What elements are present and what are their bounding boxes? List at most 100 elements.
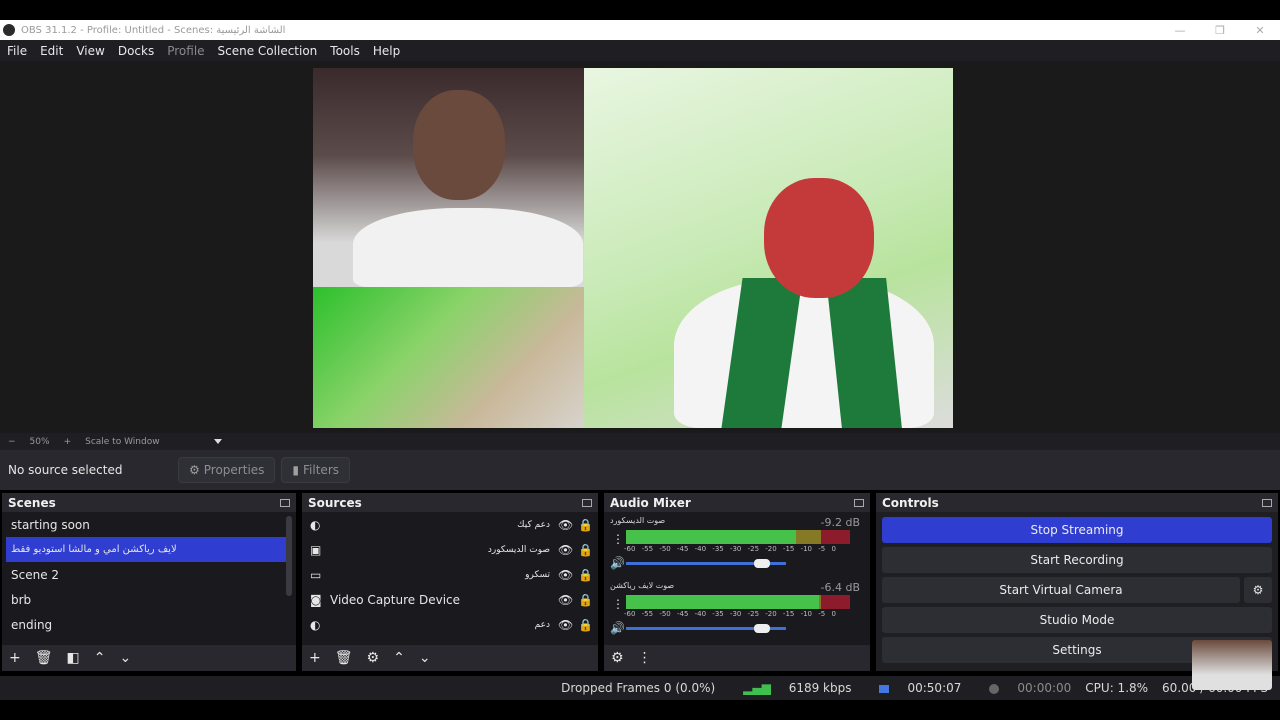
- meter-level: [626, 595, 819, 609]
- preview-canvas[interactable]: [313, 68, 953, 428]
- obs-logo-icon: [3, 24, 15, 36]
- visibility-eye-icon[interactable]: 👁: [558, 618, 578, 632]
- cpu-usage: CPU: 1.8%: [1085, 681, 1149, 695]
- source-context-bar: No source selected ⚙ Properties ▮ Filter…: [0, 450, 1280, 490]
- scenes-title: Scenes: [8, 496, 56, 510]
- move-down-icon[interactable]: ⌄: [119, 650, 131, 666]
- chevron-down-icon[interactable]: [213, 439, 222, 444]
- meter-level: [626, 530, 797, 544]
- move-up-icon[interactable]: ⌃: [393, 650, 405, 666]
- lock-icon[interactable]: 🔒: [578, 618, 598, 632]
- channel-db: -9.2 dB: [820, 516, 861, 529]
- undock-icon[interactable]: [854, 499, 864, 507]
- background-image-plant: [313, 287, 584, 428]
- virtual-camera-settings-gear-icon[interactable]: ⚙: [1244, 577, 1272, 603]
- volume-slider-handle[interactable]: [754, 559, 770, 568]
- menu-view[interactable]: View: [76, 44, 104, 58]
- more-vert-icon[interactable]: ⋮: [638, 650, 652, 666]
- remove-source-icon[interactable]: 🗑: [335, 650, 353, 666]
- status-bar: Dropped Frames 0 (0.0%) ▂▄▆ 6189 kbps 00…: [0, 676, 1280, 700]
- visibility-eye-icon[interactable]: 👁: [558, 543, 578, 557]
- menu-scene-collection[interactable]: Scene Collection: [218, 44, 318, 58]
- close-button[interactable]: ✕: [1240, 24, 1280, 37]
- zoom-in-button[interactable]: +: [64, 437, 72, 447]
- visibility-eye-icon[interactable]: 👁: [558, 568, 578, 582]
- scene-item[interactable]: brb: [2, 587, 296, 612]
- start-virtual-camera-button[interactable]: Start Virtual Camera: [882, 577, 1240, 603]
- scene-filters-icon[interactable]: ◧: [67, 650, 80, 666]
- source-row[interactable]: ◐ دعم 👁 🔒: [302, 612, 598, 637]
- source-name: دعم كيك: [517, 519, 550, 530]
- audio-settings-icon[interactable]: ⚙: [611, 650, 624, 666]
- menu-bar: File Edit View Docks Profile Scene Colle…: [0, 40, 1280, 61]
- undock-icon[interactable]: [582, 499, 592, 507]
- undock-icon[interactable]: [280, 499, 290, 507]
- more-vert-icon[interactable]: ⋮: [612, 597, 624, 611]
- studio-mode-button[interactable]: Studio Mode: [882, 607, 1272, 633]
- zoom-out-button[interactable]: −: [8, 437, 16, 447]
- display-capture-icon: ▭: [310, 567, 322, 582]
- controls-dock-title: Controls: [876, 494, 1278, 512]
- window-title: OBS 31.1.2 - Profile: Untitled - Scenes:…: [21, 24, 286, 36]
- scenes-dock: Scenes starting soon لايف رياكشن امي و م…: [2, 493, 296, 671]
- menu-edit[interactable]: Edit: [40, 44, 63, 58]
- scenes-toolbar: + 🗑 ◧ ⌃ ⌄: [2, 645, 296, 671]
- properties-label: Properties: [203, 463, 265, 477]
- menu-docks[interactable]: Docks: [118, 44, 154, 58]
- minimize-button[interactable]: —: [1160, 24, 1200, 37]
- filters-label: Filters: [303, 463, 340, 477]
- webcam-feed-left: [313, 68, 584, 288]
- more-vert-icon[interactable]: ⋮: [612, 532, 624, 546]
- source-row[interactable]: ◙ Video Capture Device 👁 🔒: [302, 587, 598, 612]
- undock-icon[interactable]: [1262, 499, 1272, 507]
- sources-dock: Sources ◐ دعم كيك 👁 🔒 ▣ صوت الديسكورد 👁 …: [302, 493, 598, 671]
- sources-title: Sources: [308, 496, 362, 510]
- remove-scene-icon[interactable]: 🗑: [35, 650, 53, 666]
- menu-tools[interactable]: Tools: [330, 44, 360, 58]
- zoom-mode-select[interactable]: Scale to Window: [85, 437, 159, 447]
- maximize-button[interactable]: ❐: [1200, 24, 1240, 37]
- visibility-eye-icon[interactable]: 👁: [558, 593, 578, 607]
- dropped-frames: Dropped Frames 0 (0.0%): [561, 681, 716, 695]
- move-up-icon[interactable]: ⌃: [94, 650, 106, 666]
- person-body: [353, 208, 583, 288]
- preview-zoom-bar: − 50% + Scale to Window: [0, 433, 1280, 450]
- lock-icon[interactable]: 🔒: [578, 543, 598, 557]
- scene-item-selected[interactable]: لايف رياكشن امي و مالشا استوديو فقط: [6, 537, 292, 562]
- source-properties-icon[interactable]: ⚙: [367, 650, 380, 666]
- properties-button[interactable]: ⚙ Properties: [178, 457, 276, 483]
- lock-icon[interactable]: 🔒: [578, 568, 598, 582]
- add-scene-icon[interactable]: +: [9, 650, 21, 666]
- filters-button[interactable]: ▮ Filters: [281, 457, 351, 483]
- mixer-channel: صوت الديسكورد -9.2 dB ⋮ -60 -55 -50 -45 …: [604, 512, 870, 577]
- stop-streaming-button[interactable]: Stop Streaming: [882, 517, 1272, 543]
- volume-meter: [626, 530, 850, 544]
- source-row[interactable]: ◐ دعم كيك 👁 🔒: [302, 512, 598, 537]
- browser-icon: ◐: [310, 617, 321, 632]
- move-down-icon[interactable]: ⌄: [419, 650, 431, 666]
- volume-slider-handle[interactable]: [754, 624, 770, 633]
- add-source-icon[interactable]: +: [309, 650, 321, 666]
- source-row[interactable]: ▣ صوت الديسكورد 👁 🔒: [302, 537, 598, 562]
- zoom-level: 50%: [29, 436, 50, 447]
- speaker-icon[interactable]: 🔊: [610, 621, 625, 635]
- menu-file[interactable]: File: [7, 44, 27, 58]
- lock-icon[interactable]: 🔒: [578, 593, 598, 607]
- scene-item[interactable]: Scene 2: [2, 562, 296, 587]
- overlay-webcam-thumbnail: [1192, 640, 1272, 690]
- lock-icon[interactable]: 🔒: [578, 518, 598, 532]
- scene-item[interactable]: starting soon: [2, 512, 296, 537]
- speaker-icon[interactable]: 🔊: [610, 556, 625, 570]
- start-recording-button[interactable]: Start Recording: [882, 547, 1272, 573]
- source-name: تسكرو: [525, 569, 550, 580]
- menu-help[interactable]: Help: [373, 44, 400, 58]
- scenes-scrollbar[interactable]: [286, 516, 292, 596]
- scene-item[interactable]: ending: [2, 612, 296, 637]
- person-head: [413, 90, 505, 200]
- source-row[interactable]: ▭ تسكرو 👁 🔒: [302, 562, 598, 587]
- sources-list: ◐ دعم كيك 👁 🔒 ▣ صوت الديسكورد 👁 🔒 ▭ تسكر…: [302, 512, 598, 645]
- visibility-eye-icon[interactable]: 👁: [558, 518, 578, 532]
- mixer-toolbar: ⚙ ⋮: [604, 645, 870, 671]
- guest-video-feed: [584, 68, 953, 428]
- menu-profile[interactable]: Profile: [167, 44, 204, 58]
